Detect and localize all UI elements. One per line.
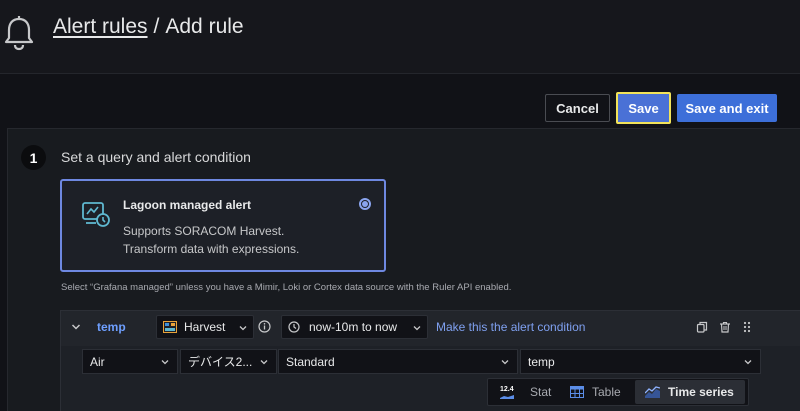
viz-option-table[interactable]: Table bbox=[560, 380, 632, 404]
viz-option-stat[interactable]: 12.4 Stat bbox=[490, 380, 556, 404]
bell-icon bbox=[4, 16, 34, 51]
time-range-value: now-10m to now bbox=[309, 320, 398, 334]
stat-sparkline bbox=[500, 394, 514, 399]
select-value: Air bbox=[90, 354, 105, 369]
page-title: Add rule bbox=[165, 15, 244, 38]
breadcrumb: Alert rules / Add rule bbox=[53, 15, 244, 39]
save-and-exit-button[interactable]: Save and exit bbox=[677, 94, 777, 122]
trash-icon[interactable] bbox=[719, 321, 731, 333]
hint-text: Select “Grafana managed” unless you have… bbox=[61, 282, 512, 293]
drag-handle-icon[interactable] bbox=[741, 321, 753, 333]
alert-type-radio[interactable] bbox=[359, 198, 371, 210]
datasource-name: Harvest bbox=[184, 320, 226, 334]
step-title: Set a query and alert condition bbox=[61, 149, 251, 165]
harvest-logo-icon bbox=[163, 321, 177, 333]
datasource-picker[interactable]: Harvest bbox=[156, 315, 254, 339]
chevron-down-icon bbox=[744, 360, 752, 365]
save-button[interactable]: Save bbox=[616, 92, 671, 124]
time-range-picker[interactable]: now-10m to now bbox=[281, 315, 428, 339]
time-series-icon bbox=[645, 386, 660, 398]
stat-icon-glyph: 12.4 bbox=[500, 385, 514, 393]
copy-icon[interactable] bbox=[696, 321, 708, 333]
table-icon bbox=[570, 386, 584, 398]
viz-option-label: Table bbox=[592, 385, 621, 399]
viz-option-time-series[interactable]: Time series bbox=[635, 380, 745, 404]
alert-type-description: Supports SORACOM Harvest. Transform data… bbox=[123, 222, 299, 258]
select-value: temp bbox=[528, 354, 555, 369]
chevron-down-icon bbox=[161, 360, 169, 365]
clock-icon bbox=[288, 321, 300, 333]
info-icon[interactable] bbox=[258, 320, 271, 333]
chevron-down-icon bbox=[413, 326, 421, 331]
chevron-down-icon bbox=[260, 360, 268, 365]
cancel-button[interactable]: Cancel bbox=[545, 94, 610, 122]
field-select[interactable]: temp bbox=[520, 349, 761, 374]
chevron-down-icon[interactable] bbox=[71, 322, 81, 332]
stat-icon: 12.4 bbox=[500, 386, 522, 399]
page-header: Alert rules / Add rule bbox=[0, 0, 800, 74]
managed-alert-icon bbox=[82, 202, 110, 227]
breadcrumb-alert-rules-link[interactable]: Alert rules bbox=[53, 15, 148, 38]
alert-type-description-line: Supports SORACOM Harvest. bbox=[123, 224, 285, 238]
alert-type-card[interactable]: Lagoon managed alert Supports SORACOM Ha… bbox=[60, 179, 386, 272]
chevron-down-icon bbox=[239, 326, 247, 331]
query-name[interactable]: temp bbox=[97, 320, 126, 334]
chevron-down-icon bbox=[501, 360, 509, 365]
alert-type-description-line: Transform data with expressions. bbox=[123, 242, 300, 256]
select-value: Standard bbox=[286, 354, 335, 369]
alert-type-title: Lagoon managed alert bbox=[123, 198, 252, 212]
breadcrumb-separator: / bbox=[153, 15, 160, 38]
make-alert-condition-link[interactable]: Make this the alert condition bbox=[436, 320, 585, 334]
viz-option-label: Stat bbox=[530, 385, 552, 399]
device-group-select[interactable]: Air bbox=[82, 349, 178, 374]
step-number-badge: 1 bbox=[21, 145, 46, 170]
device-select[interactable]: デバイス2... bbox=[180, 349, 277, 374]
query-mode-select[interactable]: Standard bbox=[278, 349, 518, 374]
select-value: デバイス2... bbox=[188, 355, 253, 369]
viz-option-label: Time series bbox=[668, 385, 734, 399]
